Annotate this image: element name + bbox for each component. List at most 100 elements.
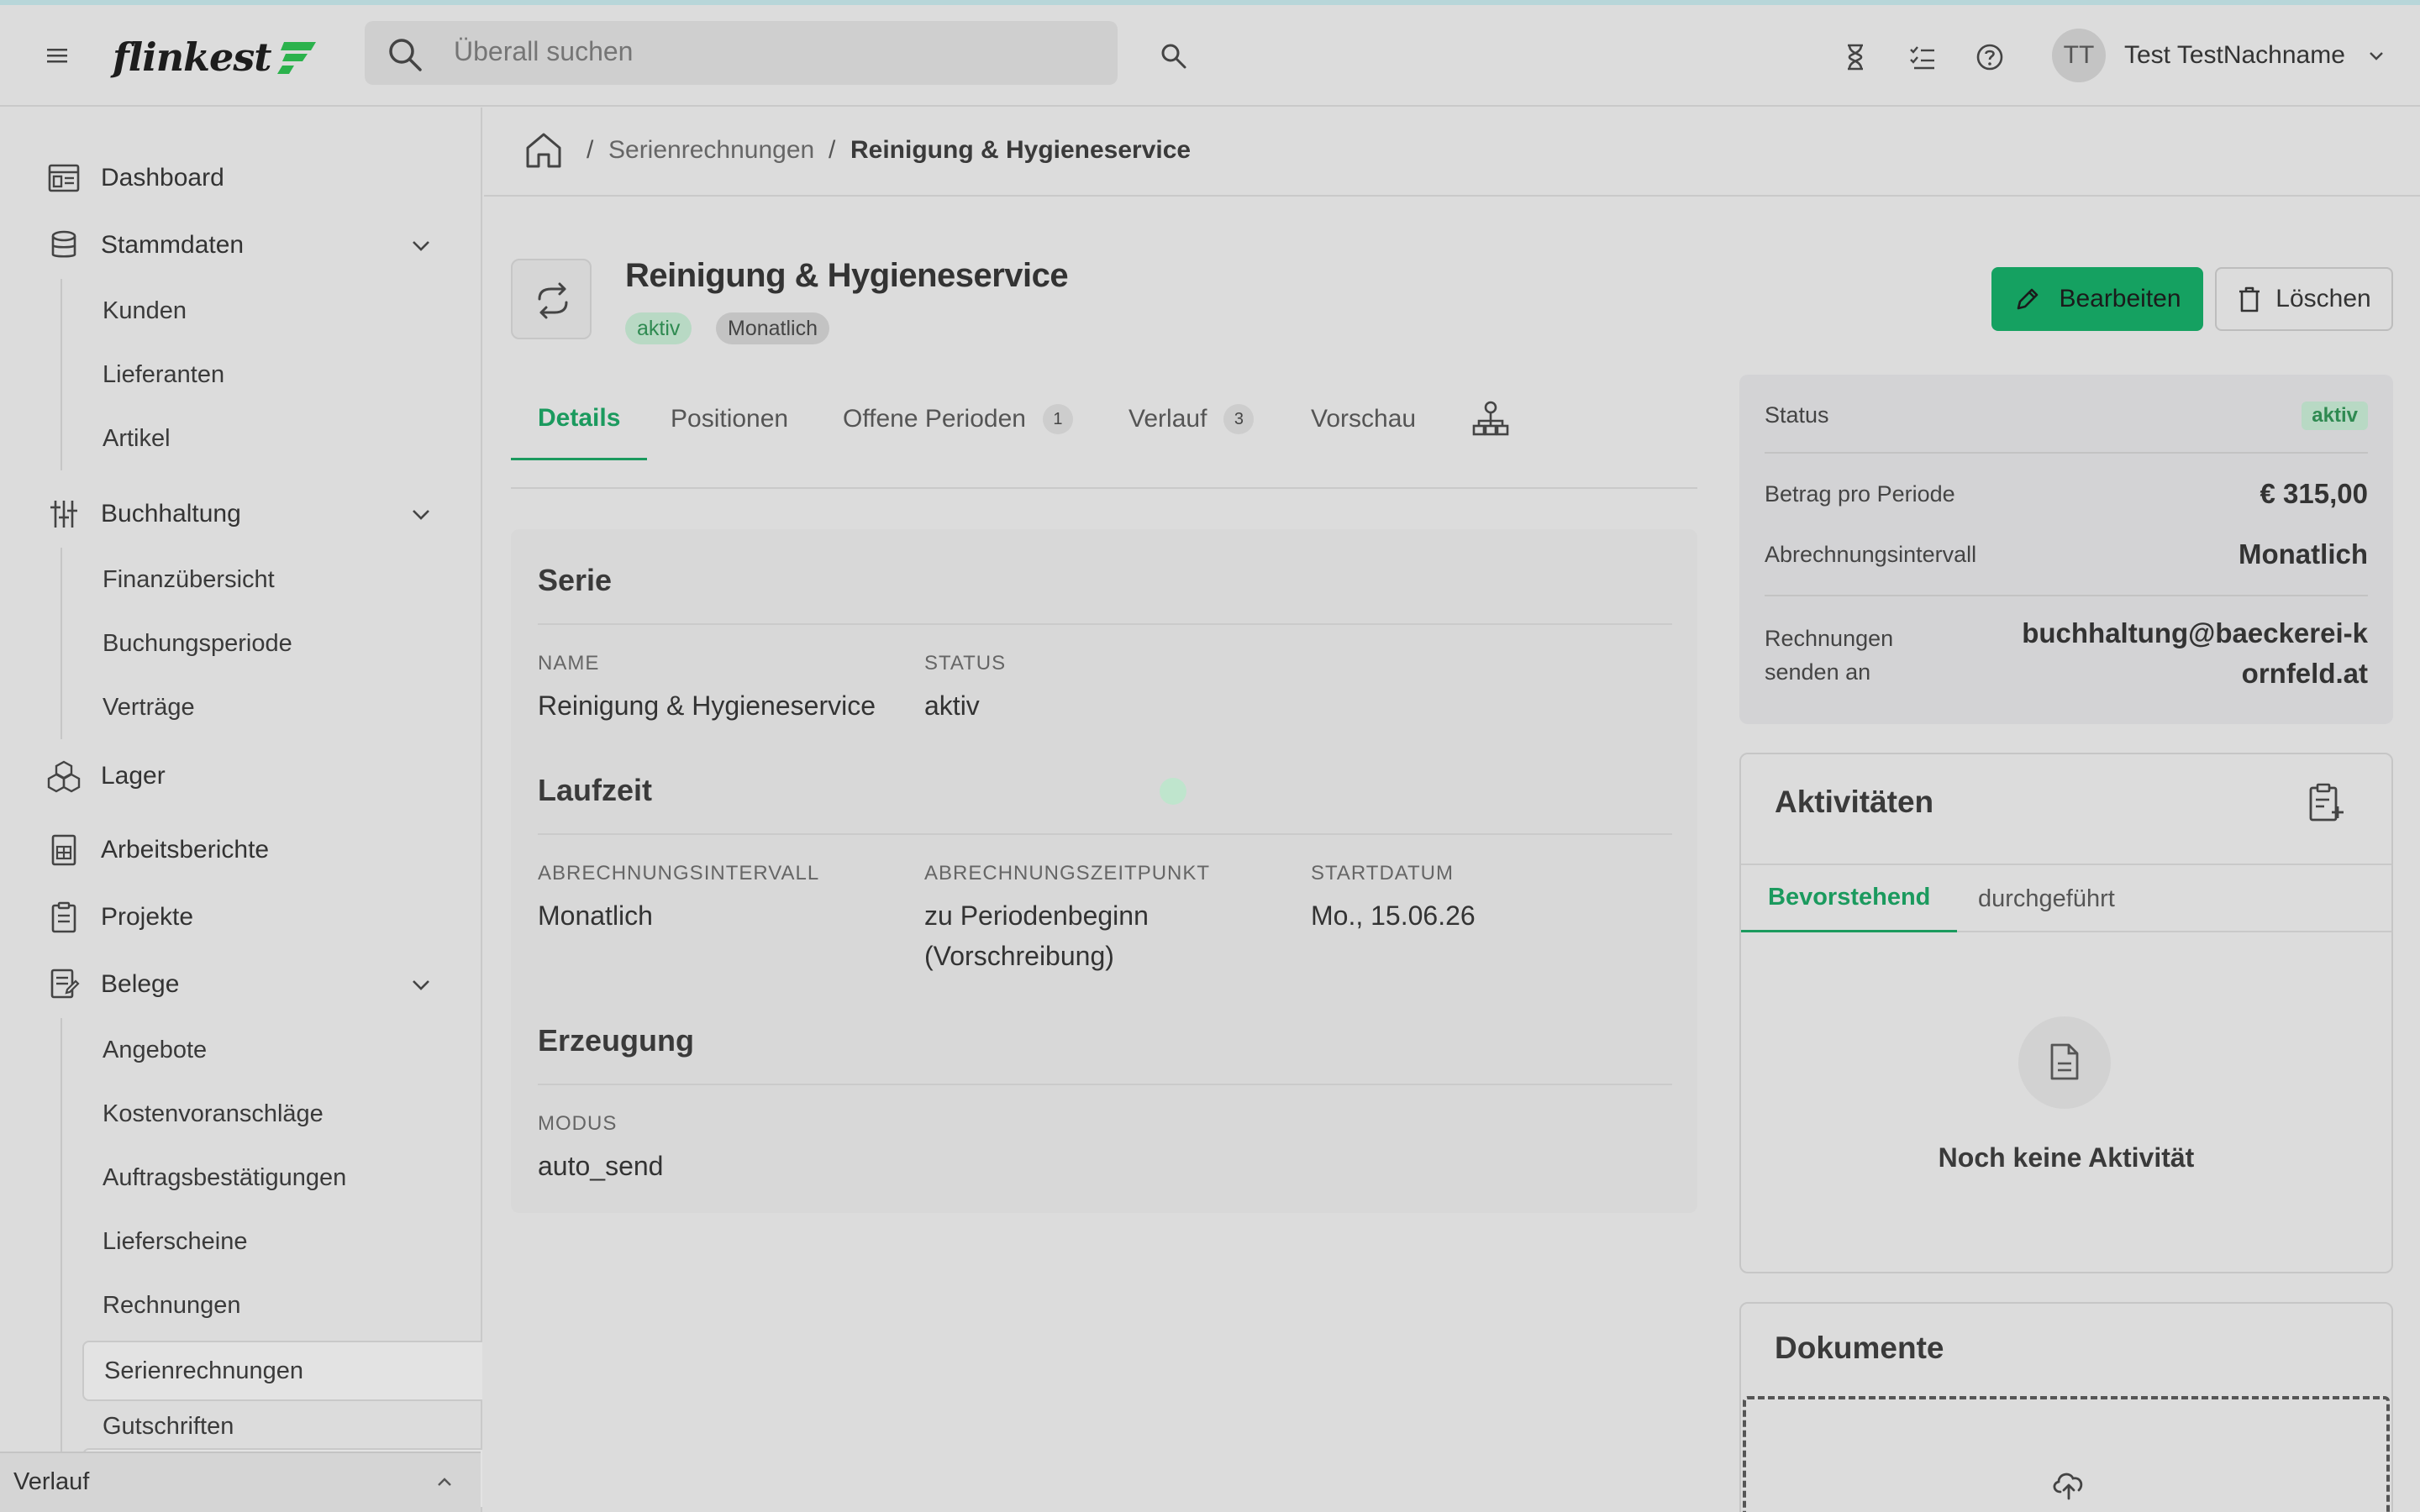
sidebar-item-angebote[interactable]: Angebote <box>82 1020 482 1080</box>
activities-tabs: Bevorstehend durchgeführt <box>1741 864 2391 932</box>
sidebar-item-dashboard[interactable]: Dashboard <box>0 144 481 212</box>
tab-label: Vorschau <box>1311 405 1417 433</box>
tab-verlauf[interactable]: Verlauf 3 <box>1128 378 1255 460</box>
hourglass-icon[interactable] <box>1840 42 1870 72</box>
tab-label: Verlauf <box>1128 405 1207 433</box>
sidebar-item-label: Rechnungen <box>103 1291 241 1319</box>
add-activity-icon[interactable] <box>2306 781 2346 825</box>
search-submit-icon[interactable] <box>1158 40 1190 72</box>
section-title-serie: Serie <box>538 563 613 597</box>
sidebar-item-gutschriften[interactable]: Gutschriften <box>82 1406 482 1453</box>
empty-state-text: Noch keine Aktivität <box>1938 1142 2195 1173</box>
breadcrumb-separator: / <box>587 136 594 164</box>
help-icon[interactable] <box>1975 42 2005 72</box>
document-icon <box>50 969 80 999</box>
section-title-laufzeit: Laufzeit <box>538 773 653 807</box>
logo-text: flinkest <box>113 34 271 80</box>
subnav-divider <box>60 548 62 739</box>
summary-divider <box>1765 595 2368 596</box>
sidebar-item-label: Buchhaltung <box>101 500 241 528</box>
sidebar-item-lieferanten[interactable]: Lieferanten <box>82 344 482 405</box>
activities-title: Aktivitäten <box>1775 785 1934 819</box>
sidebar-item-finanzuebersicht[interactable]: Finanzübersicht <box>82 549 482 610</box>
tab-bevorstehend[interactable]: Bevorstehend <box>1741 865 1958 932</box>
field-value-modus: auto_send <box>538 1151 664 1181</box>
tab-positionen[interactable]: Positionen <box>671 378 788 460</box>
sidebar-item-lieferscheine[interactable]: Lieferscheine <box>82 1211 482 1272</box>
empty-state-icon-wrapper <box>2018 1016 2111 1109</box>
breadcrumb-link-serienrechnungen[interactable]: Serienrechnungen <box>608 136 814 165</box>
sidebar-item-label: Gutschriften <box>103 1413 234 1440</box>
sidebar-item-arbeitsberichte[interactable]: Arbeitsberichte <box>0 816 481 884</box>
tab-label: Details <box>538 403 621 432</box>
sidebar-item-label: Auftragsbestätigungen <box>103 1163 347 1191</box>
task-list-icon[interactable] <box>1907 42 1938 72</box>
sidebar-history-toggle[interactable]: Verlauf <box>0 1452 481 1512</box>
home-icon[interactable] <box>523 129 565 171</box>
sidebar-item-buchungsperiode[interactable]: Buchungsperiode <box>82 613 482 674</box>
pencil-icon <box>2018 288 2039 310</box>
documents-card: Dokumente <box>1739 1302 2393 1512</box>
sidebar-item-label: Verträge <box>103 693 195 721</box>
boxes-icon <box>47 760 81 793</box>
activities-card: Aktivitäten Bevorstehend durchgeführt No… <box>1739 753 2393 1273</box>
sidebar-item-artikel[interactable]: Artikel <box>82 408 482 469</box>
field-label-modus: Modus <box>538 1112 618 1135</box>
sidebar-item-buchhaltung[interactable]: Buchhaltung <box>0 480 481 548</box>
sidebar-item-vertraege[interactable]: Verträge <box>82 677 482 738</box>
sidebar-item-serienrechnungen[interactable]: Serienrechnungen <box>82 1341 482 1401</box>
hierarchy-icon <box>1472 401 1509 436</box>
chevron-down-icon <box>413 241 429 251</box>
edit-button[interactable]: Bearbeiten <box>1991 267 2203 331</box>
tab-label: Positionen <box>671 405 789 433</box>
detail-tabs: Details Positionen Offene Perioden 1 Ver… <box>511 378 1697 489</box>
sliders-icon <box>50 501 77 528</box>
section-divider <box>538 1084 1672 1085</box>
tab-offene-perioden[interactable]: Offene Perioden 1 <box>843 378 1073 460</box>
sidebar-item-stammdaten[interactable]: Stammdaten <box>0 212 481 279</box>
user-name: Test TestNachname <box>2124 41 2345 69</box>
sidebar-item-label: Lieferanten <box>103 360 225 388</box>
field-label-interval: Abrechnungsintervall <box>538 862 820 885</box>
user-menu[interactable]: TT Test TestNachname <box>2052 29 2386 82</box>
sidebar-item-label: Angebote <box>103 1036 208 1063</box>
sidebar-item-label: Artikel <box>103 424 171 452</box>
global-search[interactable] <box>365 21 1118 85</box>
breadcrumb-separator: / <box>829 136 836 164</box>
summary-label-status: Status <box>1765 402 1829 428</box>
app-logo[interactable]: flinkest <box>113 30 319 84</box>
section-divider <box>538 833 1672 835</box>
sidebar-item-belege[interactable]: Belege <box>0 951 481 1018</box>
delete-button[interactable]: Löschen <box>2215 267 2393 331</box>
sidebar-item-label: Lager <box>101 762 166 790</box>
upload-dropzone[interactable] <box>1743 1396 2390 1512</box>
sidebar-item-projekte[interactable]: Projekte <box>0 884 481 951</box>
chevron-down-icon <box>413 980 429 990</box>
tab-hierarchy[interactable] <box>1470 378 1511 460</box>
menu-icon[interactable] <box>44 42 71 69</box>
summary-label-betrag: Betrag pro Periode <box>1765 481 1955 507</box>
sidebar-item-lager[interactable]: Lager <box>0 743 481 810</box>
summary-label-rechnungen: Rechnungen senden an <box>1765 626 1894 685</box>
field-label-zeitpunkt: Abrechnungszeitpunkt <box>924 862 1211 885</box>
search-icon <box>389 39 422 71</box>
clipboard-icon <box>51 901 76 933</box>
sidebar-item-rechnungen[interactable]: Rechnungen <box>82 1275 482 1336</box>
sidebar-item-label: Projekte <box>101 903 194 931</box>
summary-value-intervall: Monatlich <box>2238 538 2368 570</box>
details-card: Serie Name Reinigung & Hygieneservice St… <box>511 529 1697 1213</box>
chevron-up-icon <box>438 1478 451 1486</box>
report-icon <box>51 834 76 866</box>
search-input[interactable] <box>454 36 1042 67</box>
summary-divider <box>1765 452 2368 454</box>
sidebar-item-label: Serienrechnungen <box>104 1357 304 1384</box>
chevron-down-icon <box>2370 52 2383 60</box>
tab-count-badge: 3 <box>1223 404 1255 434</box>
sidebar-item-label: Kostenvoranschläge <box>103 1100 324 1127</box>
tab-vorschau[interactable]: Vorschau <box>1311 378 1416 460</box>
sidebar-item-auftragsbestaetigungen[interactable]: Auftragsbestätigungen <box>82 1147 482 1208</box>
sidebar-item-kunden[interactable]: Kunden <box>82 281 482 341</box>
tab-durchgefuehrt[interactable]: durchgeführt <box>1978 865 2115 932</box>
tab-details[interactable]: Details <box>511 378 648 460</box>
sidebar-item-kostenvoranschlaege[interactable]: Kostenvoranschläge <box>82 1084 482 1144</box>
